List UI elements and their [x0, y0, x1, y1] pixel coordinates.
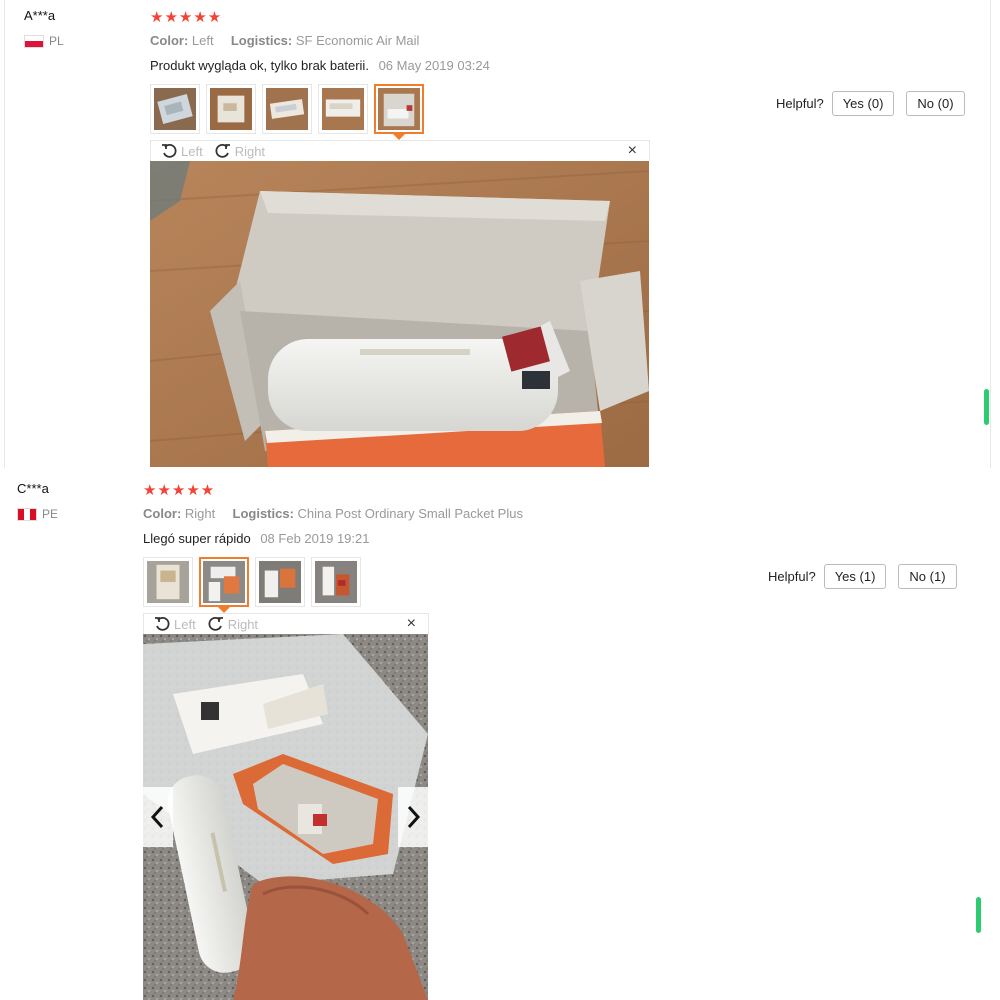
star-rating: ★★★★★ — [150, 9, 223, 26]
poland-flag-icon — [24, 34, 44, 48]
review-item: A***a PL ★★★★★ Color: Left Logistics: SF… — [0, 0, 1000, 468]
order-info: Color: Left Logistics: SF Economic Air M… — [150, 33, 419, 48]
color-value: Right — [184, 506, 216, 521]
rotate-right-label: Right — [234, 143, 266, 159]
helpful-vote: Helpful? Yes (0) No (0) — [776, 91, 965, 116]
divider — [4, 0, 5, 468]
buyer-name: A***a — [24, 8, 56, 23]
helpful-label: Helpful? — [768, 569, 816, 584]
photo-viewer-toolbar: Left Right × — [150, 140, 650, 161]
photo-thumbnail-selected[interactable] — [199, 557, 249, 613]
rotate-right-label: Right — [227, 616, 259, 632]
review-date: 06 May 2019 03:24 — [378, 58, 490, 73]
photo-viewer: Left Right × — [150, 140, 650, 467]
chevron-right-icon — [407, 805, 421, 829]
photo-thumbnails — [150, 84, 424, 140]
rotate-left-icon — [155, 616, 170, 631]
helpful-vote: Helpful? Yes (1) No (1) — [768, 564, 957, 589]
scroll-marker — [976, 897, 981, 933]
rotate-right-button[interactable]: Right — [208, 616, 258, 632]
logistics-value: China Post Ordinary Small Packet Plus — [297, 506, 523, 521]
helpful-yes-button[interactable]: Yes (0) — [831, 91, 895, 116]
rotate-left-label: Left — [181, 143, 203, 159]
review-text: Produkt wygląda ok, tylko brak baterii. — [150, 58, 369, 73]
star-rating: ★★★★★ — [143, 482, 216, 499]
scroll-marker — [984, 389, 989, 425]
photo-thumbnail[interactable] — [318, 84, 368, 134]
rotate-left-button[interactable]: Left — [161, 143, 203, 159]
next-photo-button[interactable] — [398, 787, 428, 847]
previous-photo-button[interactable] — [143, 787, 173, 847]
color-value: Left — [191, 33, 214, 48]
buyer-country: PL — [24, 34, 64, 48]
peru-flag-icon — [17, 507, 37, 521]
photo-thumbnail[interactable] — [262, 84, 312, 134]
rotate-left-button[interactable]: Left — [154, 616, 196, 632]
photo-thumbnail[interactable] — [311, 557, 361, 607]
logistics-label: Logistics: — [232, 506, 294, 521]
helpful-no-button[interactable]: No (1) — [898, 564, 957, 589]
rotate-left-label: Left — [174, 616, 196, 632]
rotate-right-icon — [208, 616, 223, 631]
photo-thumbnail[interactable] — [206, 84, 256, 134]
divider — [990, 0, 991, 468]
review-date: 08 Feb 2019 19:21 — [260, 531, 370, 546]
country-code: PE — [42, 507, 59, 521]
close-icon[interactable]: × — [407, 615, 416, 633]
photo-thumbnail[interactable] — [150, 84, 200, 134]
rotate-right-icon — [215, 143, 230, 158]
color-label: Color: — [150, 33, 189, 48]
photo-thumbnail[interactable] — [255, 557, 305, 607]
helpful-label: Helpful? — [776, 96, 824, 111]
buyer-country: PE — [17, 507, 58, 521]
buyer-name: C***a — [17, 481, 49, 496]
review-photo — [143, 634, 428, 1000]
chevron-left-icon — [150, 805, 164, 829]
review-photo — [150, 161, 649, 467]
review-content: Produkt wygląda ok, tylko brak baterii. … — [150, 58, 490, 73]
helpful-no-button[interactable]: No (0) — [906, 91, 965, 116]
helpful-yes-button[interactable]: Yes (1) — [823, 564, 887, 589]
photo-viewer-toolbar: Left Right × — [143, 613, 429, 634]
review-content: Llegó super rápido 08 Feb 2019 19:21 — [143, 531, 369, 546]
photo-thumbnail-selected[interactable] — [374, 84, 424, 140]
logistics-label: Logistics: — [230, 33, 293, 48]
rotate-right-button[interactable]: Right — [215, 143, 265, 159]
review-list: A***a PL ★★★★★ Color: Left Logistics: SF… — [0, 0, 1000, 1000]
close-icon[interactable]: × — [628, 142, 637, 160]
photo-viewer: Left Right × — [143, 613, 429, 1000]
review-text: Llegó super rápido — [143, 531, 251, 546]
order-info: Color: Right Logistics: China Post Ordin… — [143, 506, 523, 521]
color-label: Color: — [143, 506, 182, 521]
rotate-left-icon — [162, 143, 177, 158]
photo-thumbnails — [143, 557, 361, 613]
review-item: C***a PE ★★★★★ Color: Right Logistics: C… — [0, 468, 1000, 1000]
country-code: PL — [49, 34, 64, 48]
logistics-value: SF Economic Air Mail — [295, 33, 420, 48]
photo-thumbnail[interactable] — [143, 557, 193, 607]
